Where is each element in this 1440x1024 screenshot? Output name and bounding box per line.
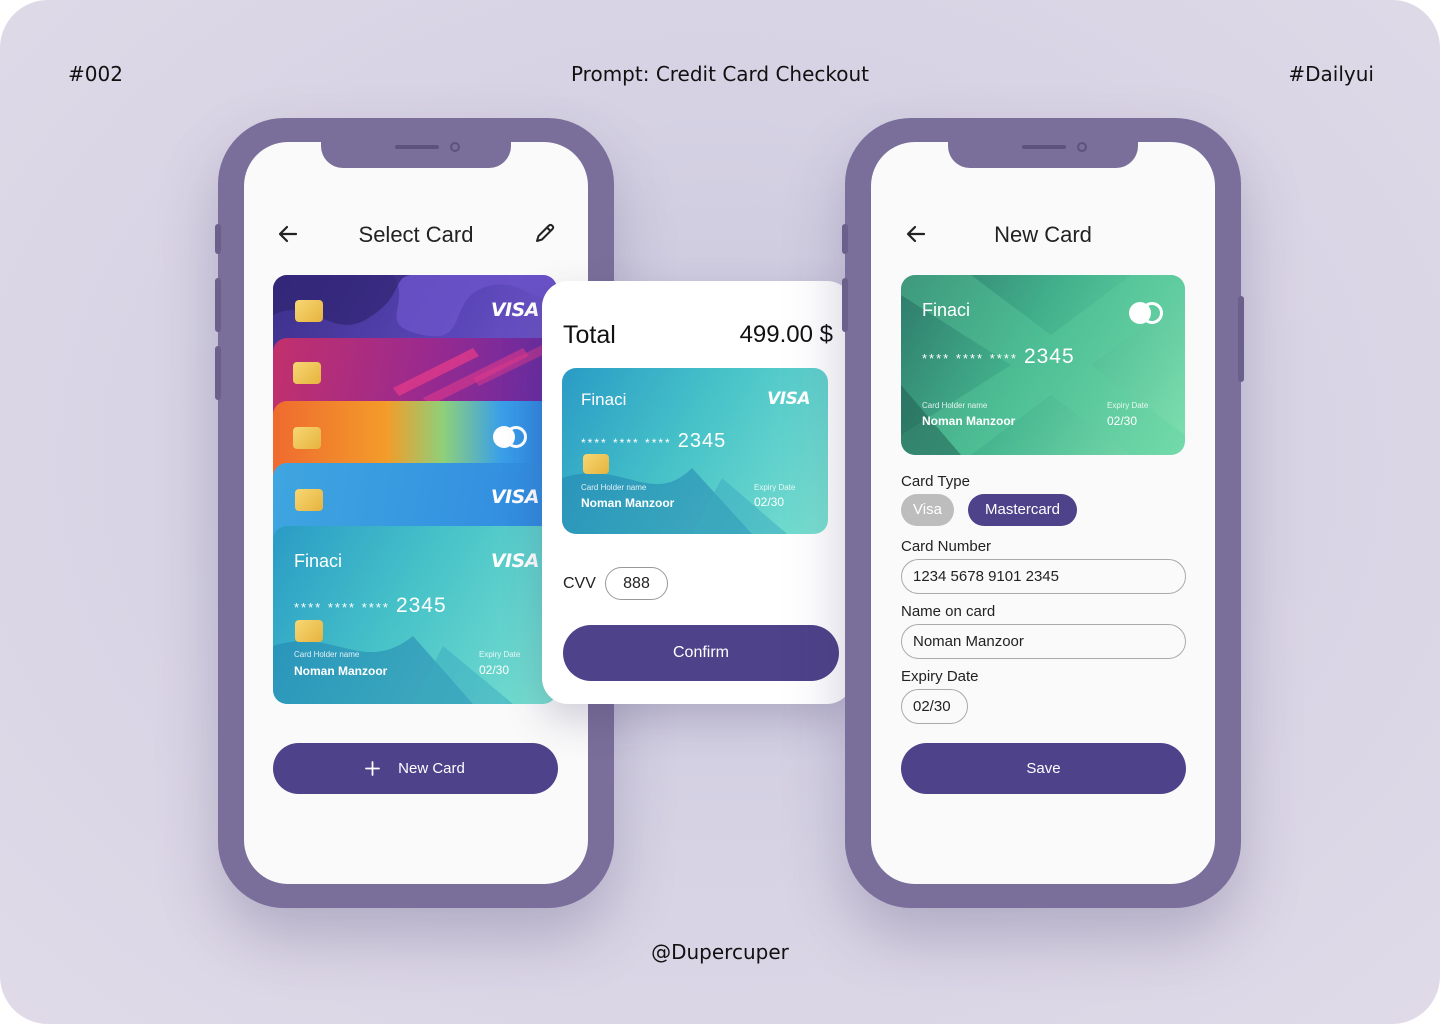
holder-label: Card Holder name <box>922 401 988 410</box>
mastercard-logo <box>1129 302 1169 324</box>
card-brand: Finaci <box>922 300 971 320</box>
name-label: Name on card <box>901 603 996 620</box>
holder-name: Noman Manzoor <box>294 664 388 678</box>
visa-logo: VISA <box>767 389 810 409</box>
phone-button <box>842 278 848 332</box>
holder-name: Noman Manzoor <box>922 414 1016 428</box>
card-number: **** **** **** 2345 <box>922 345 1075 368</box>
save-button[interactable]: Save <box>901 743 1186 794</box>
author-handle: @Dupercuper <box>651 940 789 964</box>
screen: New Card Finaci **** **** **** 2345 Card … <box>871 142 1215 884</box>
expiry-value: 02/30 <box>1107 414 1138 428</box>
card-preview: Finaci **** **** **** 2345 Card Holder na… <box>901 275 1185 455</box>
notch <box>321 142 511 168</box>
holder-label: Card Holder name <box>581 483 647 492</box>
card-brand: Finaci <box>581 390 627 409</box>
chip-icon <box>293 427 321 449</box>
checkout-panel: Total 499.00 $ Finaci VISA **** **** ***… <box>542 281 853 704</box>
phone-button <box>215 346 221 400</box>
expiry-label: Expiry Date <box>1107 401 1149 410</box>
name-field[interactable]: Noman Manzoor <box>901 624 1186 659</box>
phone-new-card: New Card Finaci **** **** **** 2345 Card … <box>842 118 1244 908</box>
expiry-label: Expiry Date <box>754 483 796 492</box>
notch <box>948 142 1138 168</box>
card-type-visa[interactable]: Visa <box>901 494 954 526</box>
prompt-title: Prompt: Credit Card Checkout <box>570 62 870 86</box>
top-bar: Select Card <box>244 220 588 250</box>
expiry-label: Expiry Date <box>479 650 521 659</box>
cvv-input[interactable]: 888 <box>605 567 668 600</box>
visa-logo: VISA <box>490 550 540 572</box>
new-card-button[interactable]: New Card <box>273 743 558 794</box>
card-number-field[interactable]: 1234 5678 9101 2345 <box>901 559 1186 594</box>
card-number: **** **** **** 2345 <box>581 430 727 452</box>
phone-button <box>215 278 221 332</box>
card-finaci-front[interactable]: Finaci VISA **** **** **** 2345 Card Hold… <box>273 526 557 704</box>
visa-logo: VISA <box>490 299 540 321</box>
new-card-label: New Card <box>398 760 465 777</box>
chip-icon <box>583 454 609 474</box>
phone-button <box>1238 296 1244 382</box>
chip-icon <box>295 620 323 642</box>
card-type-label: Card Type <box>901 473 970 490</box>
screen: Select Card VISA VISA Finaci VISA **** *… <box>244 142 588 884</box>
expiry-value: 02/30 <box>479 663 510 677</box>
card-type-mastercard[interactable]: Mastercard <box>968 494 1077 526</box>
chip-icon <box>295 489 323 511</box>
card-brand: Finaci <box>294 551 343 571</box>
hashtag: #Dailyui <box>1288 62 1374 86</box>
page-title: New Card <box>994 222 1092 247</box>
total-value: 499.00 $ <box>739 321 833 348</box>
cvv-label: CVV <box>563 575 596 592</box>
plus-icon <box>365 761 380 776</box>
card-number-label: Card Number <box>901 538 992 555</box>
selected-card: Finaci VISA **** **** **** 2345 Card Hold… <box>562 368 828 534</box>
expiry-field[interactable]: 02/30 <box>901 689 968 724</box>
pencil-icon[interactable] <box>532 220 558 246</box>
chip-icon <box>295 300 323 322</box>
holder-label: Card Holder name <box>294 650 360 659</box>
confirm-button[interactable]: Confirm <box>563 625 839 681</box>
mastercard-logo <box>493 426 533 448</box>
expiry-value: 02/30 <box>754 495 785 509</box>
card-number: **** **** **** 2345 <box>294 594 447 617</box>
phone-button <box>215 224 221 254</box>
chip-icon <box>293 362 321 384</box>
top-bar: New Card <box>871 220 1215 250</box>
artboard: #002 Prompt: Credit Card Checkout #Daily… <box>0 0 1440 1024</box>
visa-logo: VISA <box>490 486 540 508</box>
expiry-date-label: Expiry Date <box>901 668 979 685</box>
holder-name: Noman Manzoor <box>581 496 675 510</box>
total-label: Total <box>563 321 616 349</box>
phone-button <box>842 224 848 254</box>
